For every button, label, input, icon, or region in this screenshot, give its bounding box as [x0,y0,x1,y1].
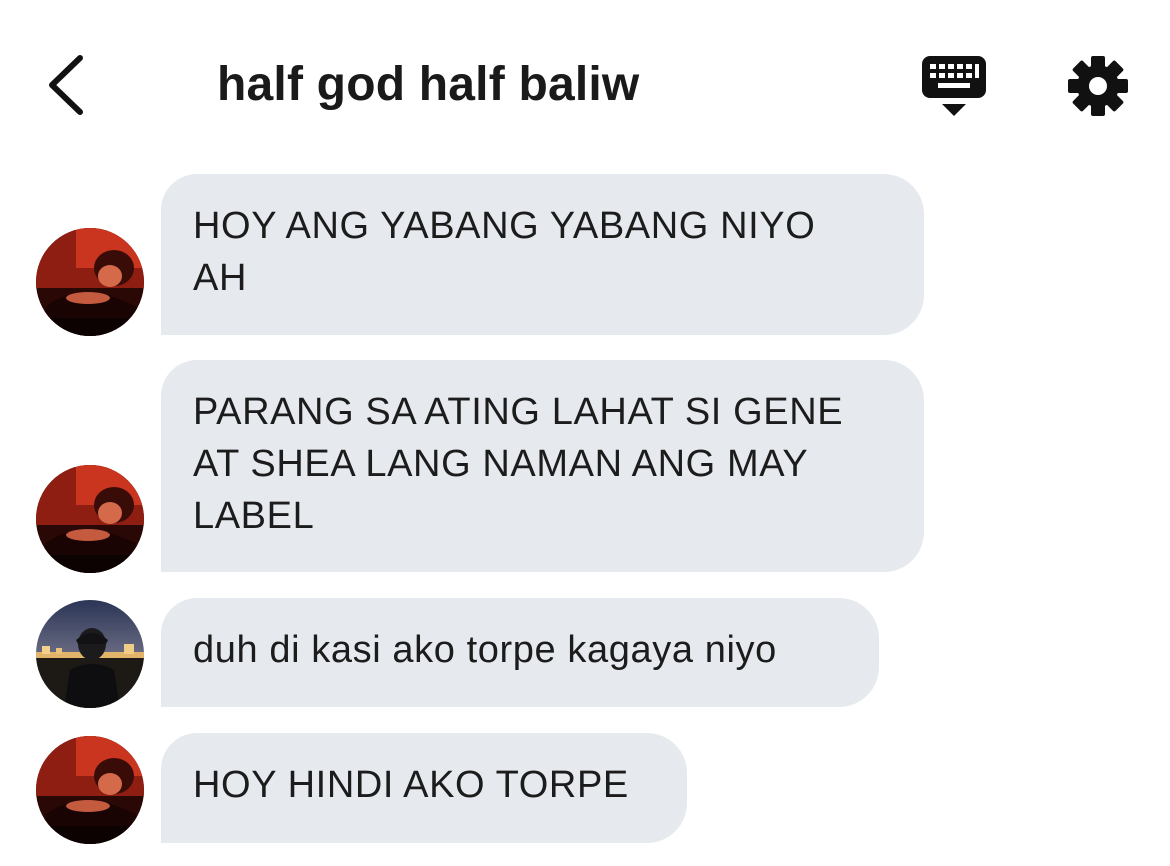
sender-avatar[interactable] [36,228,144,336]
message-bubble: duh di kasi ako torpe kagaya niyo [161,598,879,707]
chat-screen: half god half baliw HOY ANG YABANG YABAN… [0,0,1170,866]
sender-avatar[interactable] [36,465,144,573]
avatar-red-room [36,736,144,844]
chevron-left-icon [49,55,83,115]
back-button[interactable] [36,50,96,120]
keyboard-icon [922,56,986,116]
sender-avatar[interactable] [36,736,144,844]
message-bubble: HOY HINDI AKO TORPE [161,733,687,843]
keyboard-button[interactable] [918,52,990,120]
sender-avatar[interactable] [36,600,144,708]
settings-button[interactable] [1064,52,1132,120]
avatar-red-room [36,228,144,336]
message-bubble: PARANG SA ATING LAHAT SI GENE AT SHEA LA… [161,360,924,572]
gear-icon [1068,56,1128,116]
chat-title: half god half baliw [217,58,640,111]
avatar-red-room [36,465,144,573]
avatar-city-night [36,600,144,708]
message-bubble: HOY ANG YABANG YABANG NIYO AH [161,174,924,335]
